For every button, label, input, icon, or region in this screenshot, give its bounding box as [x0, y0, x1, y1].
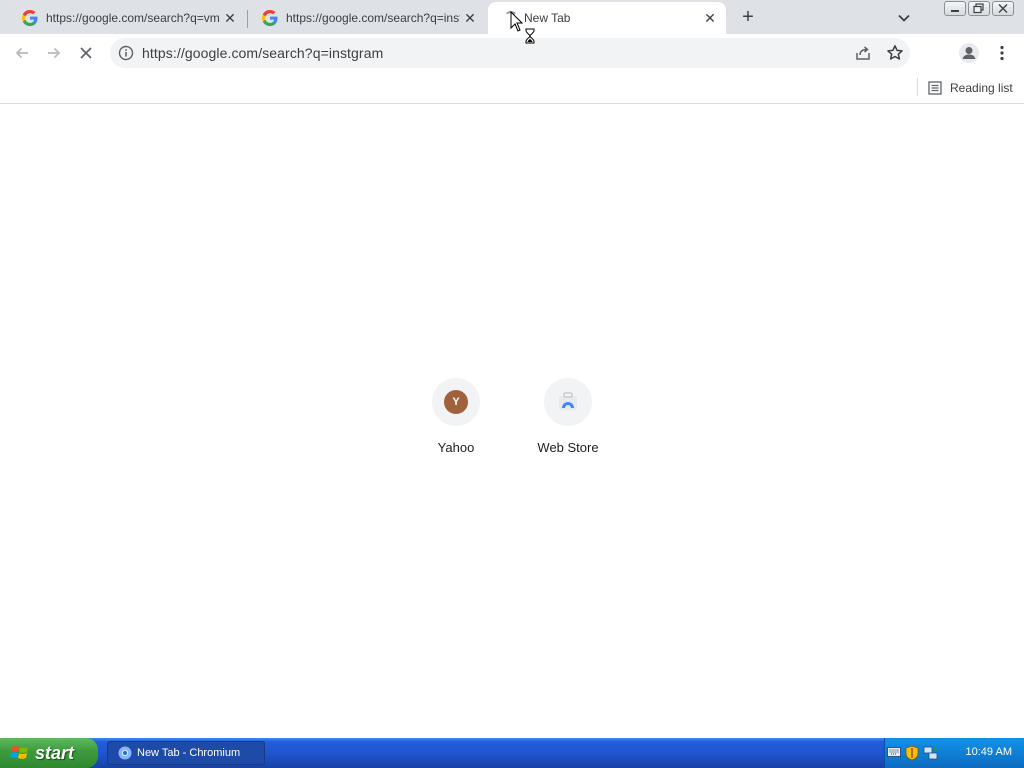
windows-flag-icon: [10, 746, 28, 759]
reading-list-label: Reading list: [950, 81, 1013, 95]
tab-search-chevron-down-icon[interactable]: [894, 8, 914, 28]
arrow-right-icon: [48, 47, 61, 59]
shortcut-title: Yahoo: [437, 440, 475, 455]
star-bookmark-icon[interactable]: [886, 44, 904, 62]
stop-loading-button[interactable]: [74, 41, 98, 65]
three-dots-vertical-icon: [1000, 45, 1004, 61]
avatar-icon: [959, 43, 979, 63]
google-favicon-icon: [262, 10, 278, 26]
info-icon[interactable]: [118, 45, 134, 61]
shortcut-yahoo[interactable]: Y Yahoo: [400, 378, 512, 468]
new-tab-button[interactable]: +: [736, 6, 760, 30]
address-bar-url: https://google.com/search?q=instgram: [142, 45, 384, 61]
web-store-icon: [559, 392, 577, 410]
restore-icon: [973, 3, 984, 14]
profile-button[interactable]: [957, 41, 981, 65]
new-tab-page: Y Yahoo Web Store: [0, 104, 1024, 738]
shortcut-web-store[interactable]: Web Store: [512, 378, 624, 468]
menu-button[interactable]: [990, 41, 1014, 65]
mouse-cursor-busy-icon: [510, 11, 535, 44]
network-icon[interactable]: [923, 745, 939, 761]
share-icon[interactable]: [854, 44, 872, 62]
restore-button[interactable]: [968, 1, 990, 16]
tab-title: https://google.com/search?q=vmware: [46, 11, 220, 25]
minimize-button[interactable]: [944, 1, 966, 16]
keyboard-icon[interactable]: [887, 746, 901, 758]
start-button[interactable]: start: [0, 738, 98, 768]
taskbar-window-label: New Tab - Chromium: [137, 747, 241, 759]
reading-list-button[interactable]: Reading list: [928, 77, 1013, 99]
security-shield-icon[interactable]: [905, 745, 919, 761]
reading-list-icon: [928, 81, 942, 95]
tab-title: New Tab: [524, 11, 571, 25]
windows-taskbar: start New Tab - Chromium 10:49 AM: [0, 738, 1024, 768]
shortcut-title: Web Store: [537, 440, 599, 455]
shortcut-tile: [544, 378, 592, 426]
bookmarks-bar: Reading list: [0, 72, 1024, 104]
window-controls: [944, 1, 1014, 16]
forward-button[interactable]: [42, 41, 66, 65]
bookmarks-separator: [917, 78, 918, 96]
close-window-icon: [998, 4, 1008, 13]
arrow-left-icon: [15, 47, 28, 59]
minimize-icon: [951, 10, 959, 12]
tab-title: https://google.com/search?q=inst: [286, 11, 460, 25]
tab-google-search-vmware[interactable]: https://google.com/search?q=vmware ✕: [6, 2, 246, 34]
taskbar-window-chromium[interactable]: New Tab - Chromium: [107, 741, 265, 765]
close-window-button[interactable]: [992, 1, 1014, 16]
tab-google-search-inst[interactable]: https://google.com/search?q=inst ✕: [246, 2, 486, 34]
start-label: start: [35, 742, 75, 763]
system-tray: 10:49 AM: [884, 738, 1024, 768]
close-icon[interactable]: ✕: [702, 10, 718, 26]
back-button[interactable]: [10, 41, 34, 65]
close-icon[interactable]: ✕: [222, 10, 238, 26]
screen: https://google.com/search?q=vmware ✕ htt…: [0, 0, 1024, 768]
close-icon[interactable]: ✕: [462, 10, 478, 26]
google-favicon-icon: [22, 10, 38, 26]
taskbar-clock: 10:49 AM: [965, 746, 1012, 758]
yahoo-favicon-icon: Y: [444, 390, 468, 414]
shortcut-tile: Y: [432, 378, 480, 426]
chromium-icon: [118, 746, 132, 760]
stop-x-icon: [80, 47, 92, 59]
